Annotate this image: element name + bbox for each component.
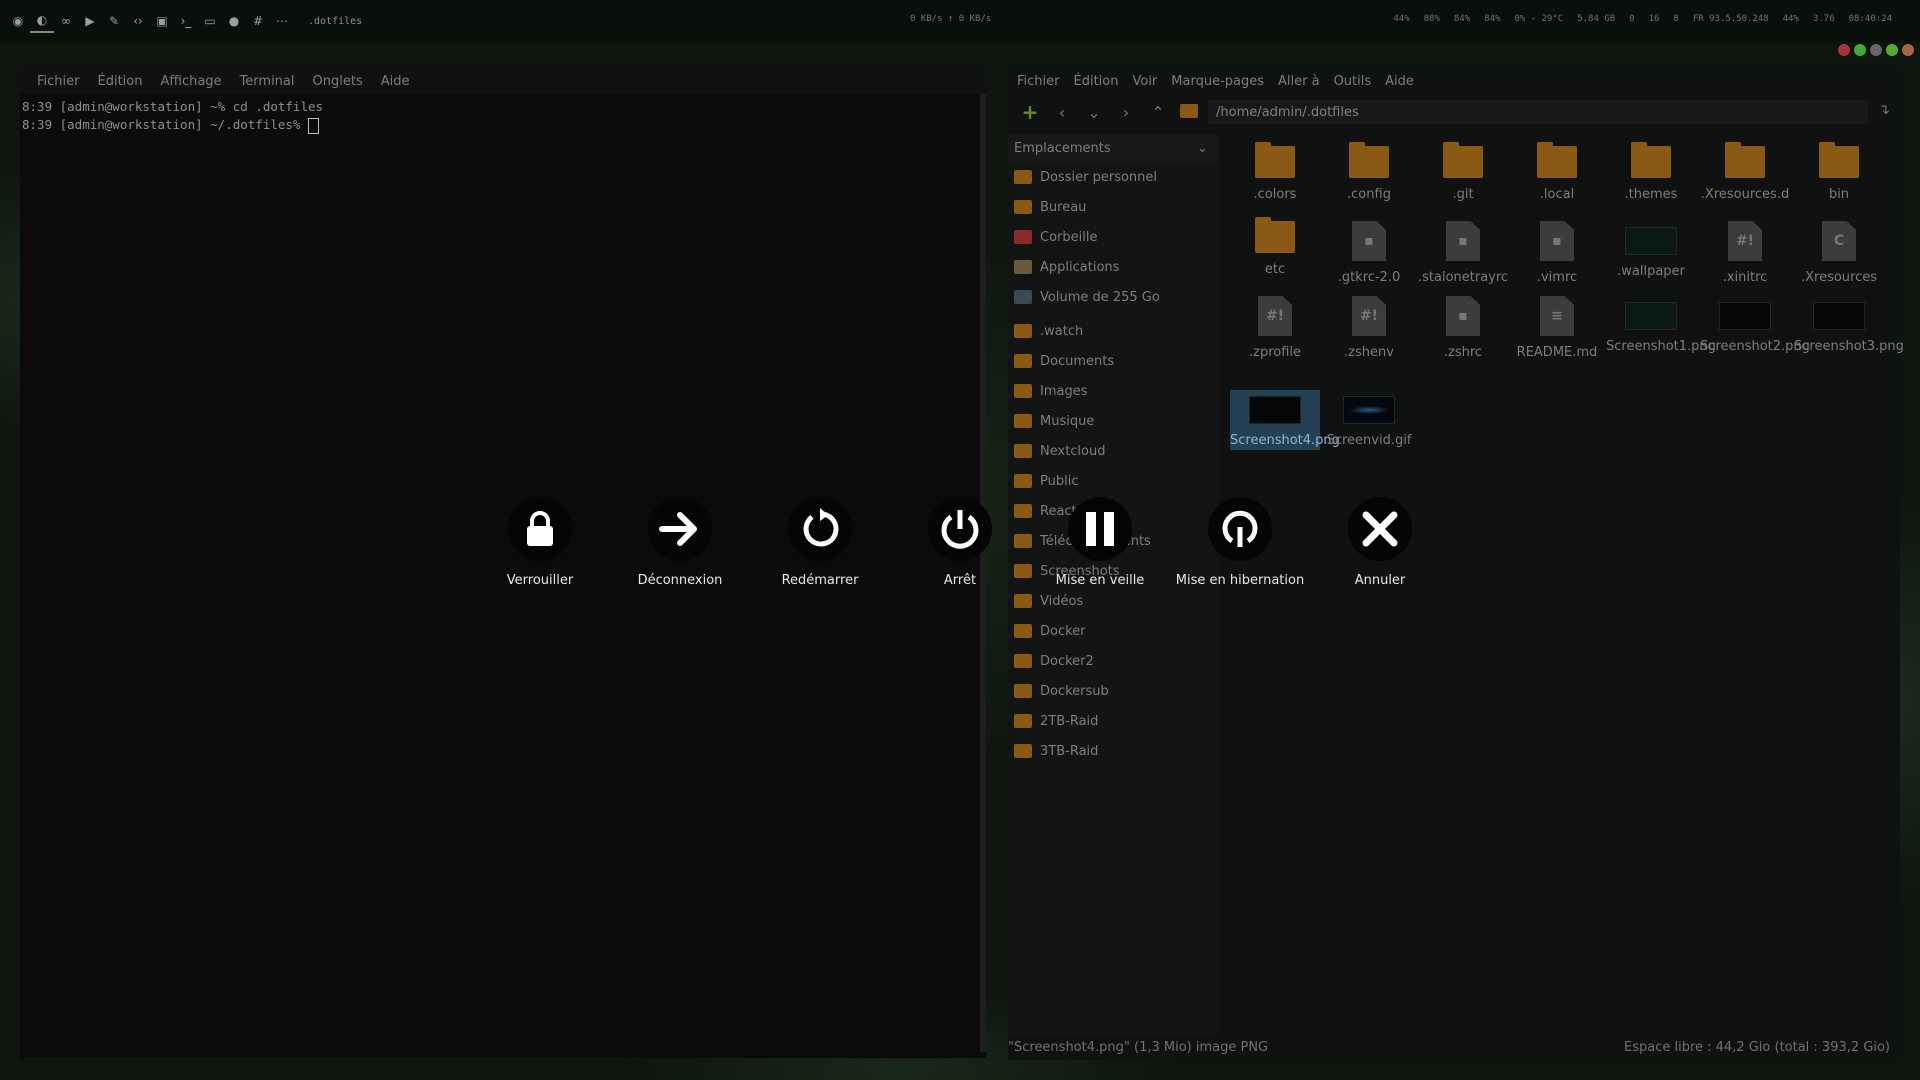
arrow-right-icon[interactable] [648, 497, 712, 561]
logout-option[interactable]: Redémarrer [750, 497, 890, 588]
lock-icon[interactable] [508, 497, 572, 561]
close-icon[interactable] [1348, 497, 1412, 561]
logout-dialog: Verrouiller Déconnexion Redémarrer Arrêt Mis… [0, 0, 1920, 1080]
logout-option[interactable]: Annuler [1310, 497, 1450, 588]
logout-option[interactable]: Déconnexion [610, 497, 750, 588]
logout-option[interactable]: Verrouiller [470, 497, 610, 588]
logout-option[interactable]: Mise en hibernation [1170, 497, 1310, 588]
hibernate-icon[interactable] [1208, 497, 1272, 561]
power-icon[interactable] [928, 497, 992, 561]
logout-option[interactable]: Mise en veille [1030, 497, 1170, 588]
restart-icon[interactable] [788, 497, 852, 561]
pause-icon[interactable] [1068, 497, 1132, 561]
logout-option[interactable]: Arrêt [890, 497, 1030, 588]
